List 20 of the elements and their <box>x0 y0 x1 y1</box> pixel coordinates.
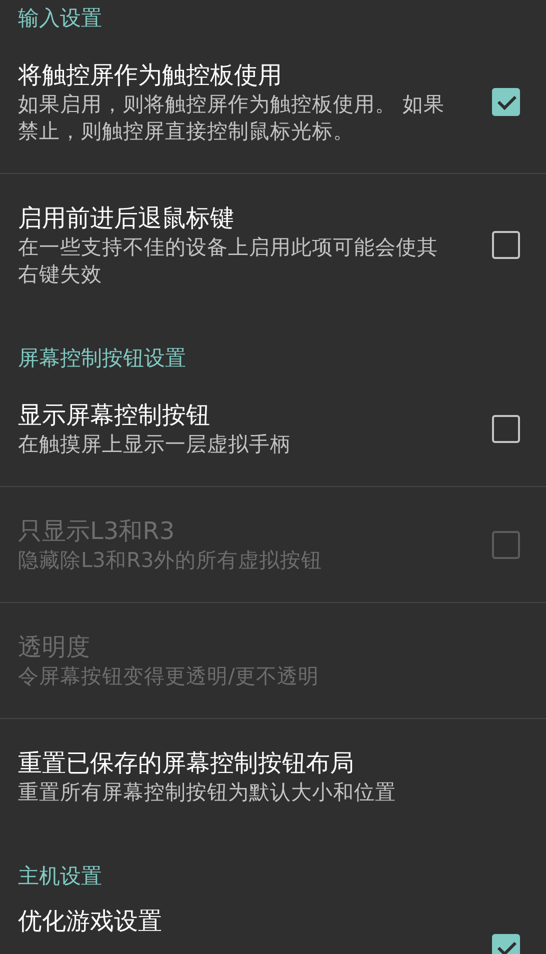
section-header: 输入设置 <box>17 5 103 31</box>
setting-summary: 重置所有屏幕控制按钮为默认大小和位置 <box>18 779 397 806</box>
setting-summary: 在一些支持不佳的设备上启用此项可能会使其右键失效 <box>18 234 439 288</box>
setting-title: 重置已保存的屏幕控制按钮布局 <box>18 748 355 779</box>
setting-title: 启用前进后退鼠标键 <box>18 203 235 234</box>
setting-title: 透明度 <box>18 632 91 663</box>
setting-summary: 如果启用，则将触控屏作为触控板使用。 如果禁止，则触控屏直接控制鼠标光标。 <box>18 91 446 145</box>
setting-title: 只显示L3和R3 <box>18 516 176 547</box>
setting-summary: 在触摸屏上显示一层虚拟手柄 <box>18 431 292 458</box>
checkbox[interactable] <box>492 934 520 954</box>
setting-summary: 隐藏除L3和R3外的所有虚拟按钮 <box>18 547 323 574</box>
section-header: 主机设置 <box>17 863 103 889</box>
section-header: 屏幕控制按钮设置 <box>17 345 187 371</box>
checkbox[interactable] <box>492 414 520 442</box>
setting-title: 将触控屏作为触控板使用 <box>18 60 283 91</box>
setting-summary: 令屏幕按钮变得更透明/更不透明 <box>18 663 320 690</box>
checkbox[interactable] <box>492 88 520 116</box>
checkbox[interactable] <box>492 231 520 259</box>
setting-title: 显示屏幕控制按钮 <box>18 400 211 431</box>
setting-title: 优化游戏设置 <box>18 906 163 937</box>
